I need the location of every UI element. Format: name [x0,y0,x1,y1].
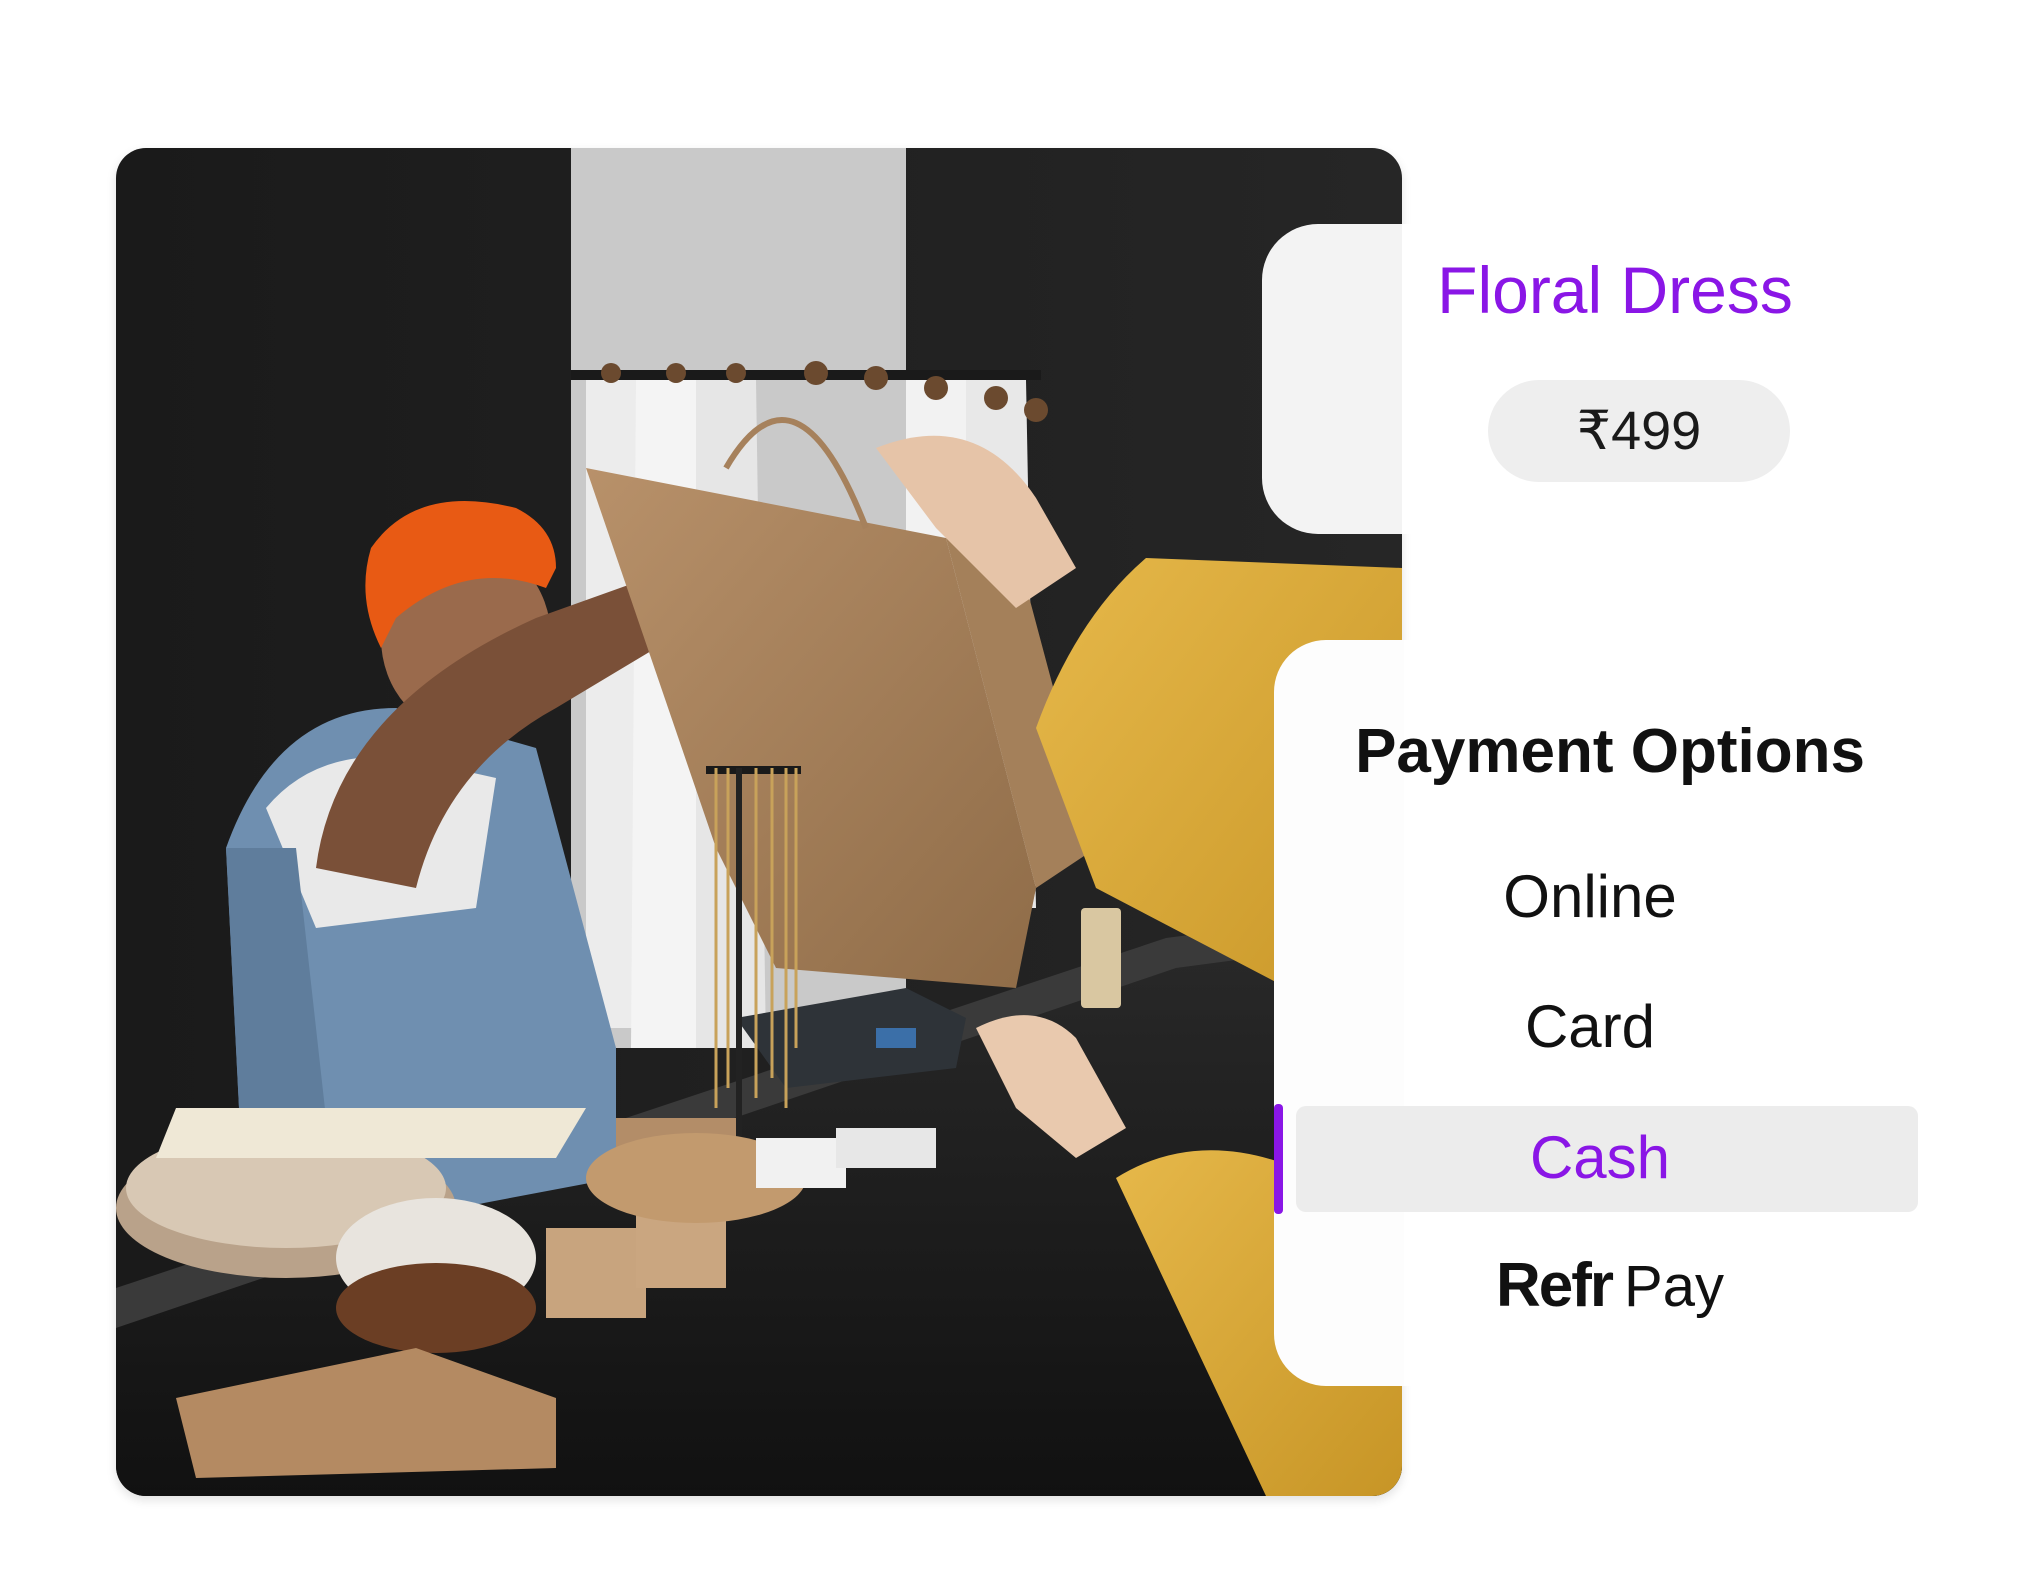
product-title: Floral Dress [1437,253,1793,327]
refr-pay-logo-part2: Pay [1624,1254,1724,1319]
price-badge: ₹499 [1488,380,1790,482]
shop-counter-photo [116,148,1402,1496]
stage: Floral Dress ₹499 Payment Options Online… [0,0,2040,1592]
payment-option-refr-pay[interactable]: Refr Pay [1420,1250,1800,1321]
payment-options-title: Payment Options [1355,717,1865,786]
payment-option-online[interactable]: Online [1380,857,1800,937]
selected-indicator [1274,1104,1283,1214]
payment-option-card[interactable]: Card [1380,987,1800,1067]
refr-pay-logo-part1: Refr [1496,1251,1614,1320]
payment-option-cash[interactable]: Cash [1390,1118,1810,1198]
